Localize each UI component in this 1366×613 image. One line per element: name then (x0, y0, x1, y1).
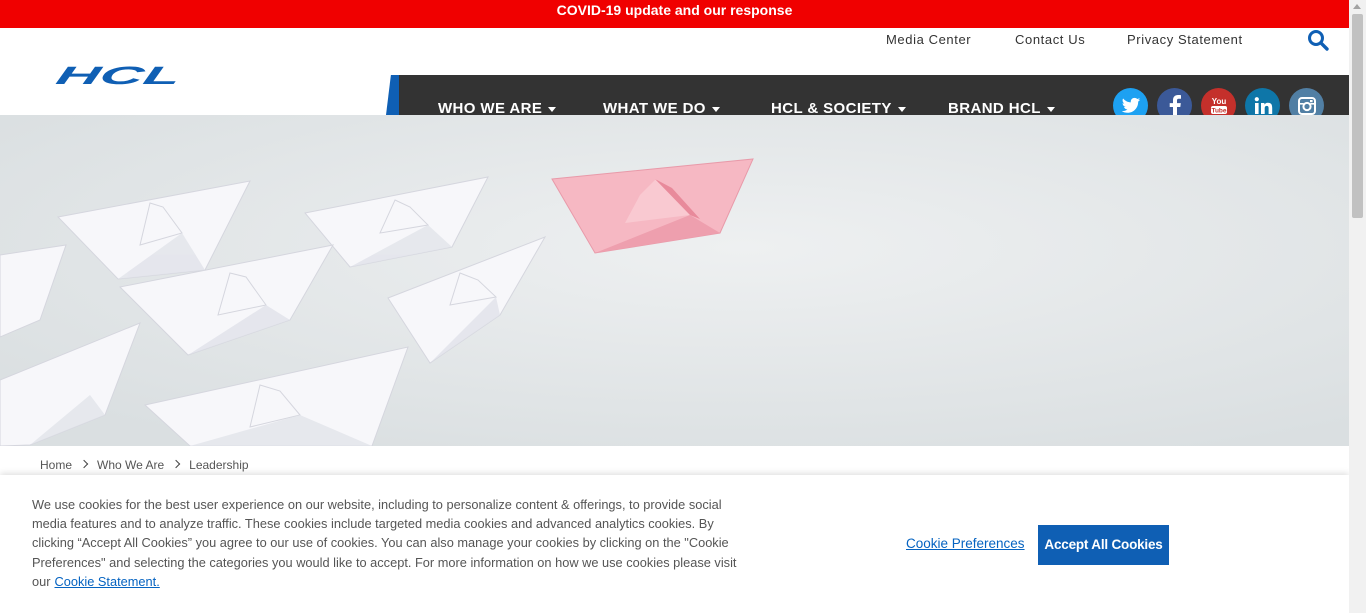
search-icon[interactable] (1306, 28, 1330, 52)
chevron-right-icon (79, 459, 89, 469)
paper-boats-illustration (0, 115, 1349, 446)
caret-down-icon (711, 106, 720, 112)
utility-link-media-center[interactable]: Media Center (886, 32, 971, 47)
covid-banner[interactable]: COVID-19 update and our response (0, 0, 1349, 28)
cookie-preferences-link[interactable]: Cookie Preferences (906, 536, 1025, 551)
breadcrumb: Home Who We Are Leadership (40, 457, 249, 472)
cookie-banner: We use cookies for the best user experie… (0, 475, 1349, 613)
utility-link-contact-us[interactable]: Contact Us (1015, 32, 1085, 47)
caret-down-icon (548, 106, 557, 112)
nav-accent (386, 75, 400, 115)
breadcrumb-who-we-are[interactable]: Who We Are (97, 458, 164, 472)
breadcrumb-home[interactable]: Home (40, 458, 72, 472)
svg-text:You: You (1211, 97, 1226, 106)
breadcrumb-leadership: Leadership (189, 457, 249, 472)
svg-text:Tube: Tube (1211, 107, 1226, 114)
logo-text: HCL (53, 62, 184, 88)
page: COVID-19 update and our response Media C… (0, 0, 1366, 613)
caret-down-icon (1046, 106, 1055, 112)
page-scrollbar[interactable] (1349, 0, 1366, 613)
cookie-text-block: We use cookies for the best user experie… (32, 495, 744, 591)
hcl-logo[interactable]: HCL (50, 62, 185, 90)
scroll-up-icon[interactable] (1353, 4, 1361, 9)
utility-link-privacy-statement[interactable]: Privacy Statement (1127, 32, 1243, 47)
caret-down-icon (897, 106, 906, 112)
accept-all-cookies-button[interactable]: Accept All Cookies (1038, 525, 1169, 565)
chevron-right-icon (171, 459, 181, 469)
hero-image (0, 115, 1349, 446)
covid-banner-text[interactable]: COVID-19 update and our response (557, 2, 793, 18)
cookie-statement-link[interactable]: Cookie Statement. (55, 574, 160, 589)
scrollbar-thumb[interactable] (1352, 14, 1363, 218)
